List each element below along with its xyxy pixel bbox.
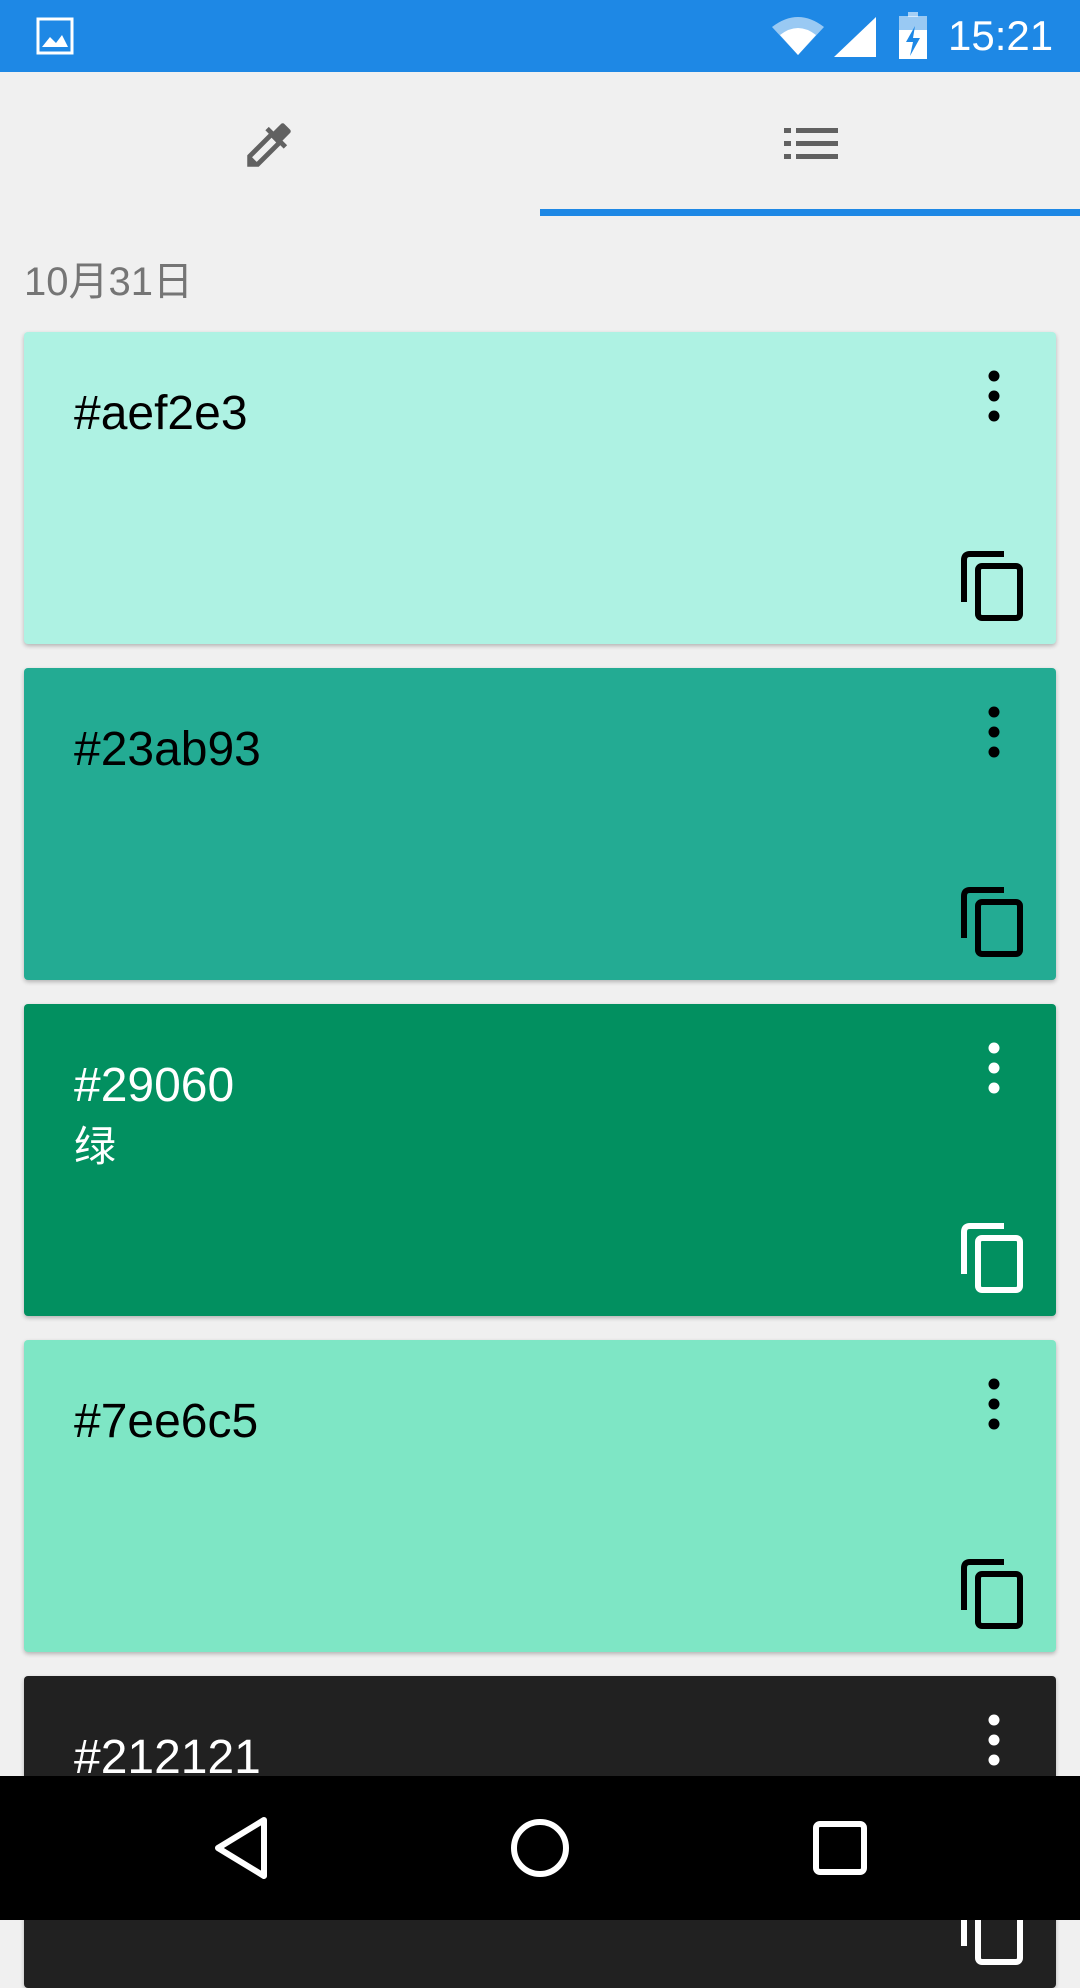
date-header: 10月31日 <box>24 260 193 304</box>
more-options-icon[interactable] <box>974 702 1014 762</box>
wifi-icon <box>772 17 824 55</box>
color-hex-label: #7ee6c5 <box>74 1395 259 1448</box>
copy-icon[interactable] <box>960 1558 1026 1630</box>
color-card[interactable]: #29060 绿 <box>24 1004 1056 1316</box>
copy-icon[interactable] <box>960 886 1026 958</box>
battery-charging-icon <box>899 12 927 59</box>
more-options-icon[interactable] <box>974 366 1014 426</box>
copy-icon[interactable] <box>960 1222 1026 1294</box>
more-options-icon[interactable] <box>974 1038 1014 1098</box>
gallery-notification-icon <box>36 17 74 55</box>
status-time: 15:21 <box>948 12 1054 59</box>
color-hex-label: #aef2e3 <box>74 387 248 440</box>
tab-history[interactable] <box>540 72 1080 216</box>
copy-icon[interactable] <box>960 550 1026 622</box>
list-icon <box>784 128 838 159</box>
color-name-label: 绿 <box>74 1123 117 1170</box>
tab-color-picker[interactable] <box>0 72 540 216</box>
eyedropper-icon <box>247 123 291 167</box>
color-hex-label: #29060 <box>74 1059 235 1112</box>
tab-bar <box>0 72 1080 216</box>
selected-tab-indicator <box>540 209 1080 216</box>
recents-button[interactable] <box>812 1818 868 1878</box>
cell-signal-icon <box>834 17 876 57</box>
home-button[interactable] <box>508 1816 572 1880</box>
navigation-bar <box>0 1776 1080 1920</box>
more-options-icon[interactable] <box>974 1710 1014 1770</box>
color-card[interactable]: #7ee6c5 <box>24 1340 1056 1652</box>
color-card[interactable]: #aef2e3 <box>24 332 1056 644</box>
back-button[interactable] <box>212 1816 270 1880</box>
color-hex-label: #23ab93 <box>74 723 261 776</box>
status-bar: 15:21 <box>0 0 1080 72</box>
color-card[interactable]: #23ab93 <box>24 668 1056 980</box>
more-options-icon[interactable] <box>974 1374 1014 1434</box>
